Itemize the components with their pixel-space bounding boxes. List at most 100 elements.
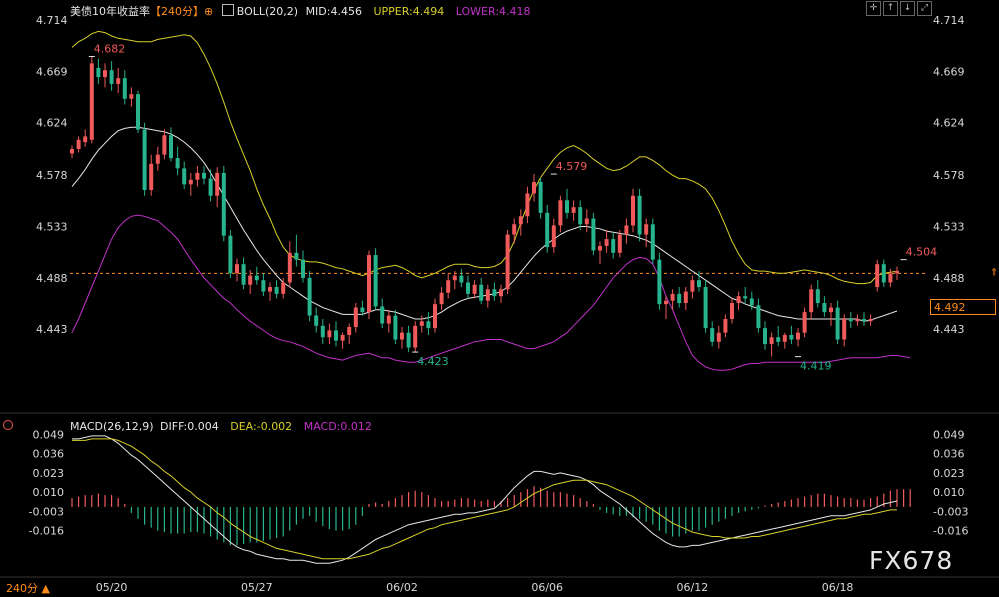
- y-tick-left: 4.624: [36, 117, 68, 130]
- boll-lower-value: LOWER:4.418: [455, 5, 531, 18]
- candle-body: [881, 264, 886, 283]
- candle-body: [386, 315, 391, 324]
- period-tag[interactable]: 【240分】: [150, 5, 204, 18]
- candle-body: [393, 315, 398, 340]
- candle-body: [591, 218, 596, 251]
- candle-body: [89, 63, 94, 140]
- macd-y-tick-right: -0.003: [933, 505, 968, 518]
- boll-mid-value: MID:4.456: [305, 5, 362, 18]
- candle-body: [624, 225, 629, 235]
- y-tick-right: 4.669: [933, 65, 965, 78]
- candle-body: [235, 264, 239, 274]
- x-tick-label: 05/27: [241, 581, 273, 594]
- candle-body: [518, 216, 523, 225]
- candle-body: [631, 195, 635, 226]
- macd-label[interactable]: MACD(26,12,9): [70, 420, 154, 433]
- macd-y-tick-left: -0.003: [29, 505, 64, 518]
- macd-header: MACD(26,12,9) DIFF:0.004 DEA:-0.002 MACD…: [70, 420, 372, 433]
- candle-body: [109, 70, 114, 84]
- candle-body: [373, 255, 378, 307]
- extreme-label: 4.419: [800, 360, 832, 373]
- candle-body: [142, 129, 147, 191]
- candle-body: [169, 135, 173, 159]
- x-tick-label: 06/02: [386, 581, 418, 594]
- candle-body: [340, 334, 345, 341]
- settings-icon[interactable]: ⊕: [204, 5, 213, 18]
- y-tick-right: 4.578: [933, 169, 965, 182]
- scroll-up-icon[interactable]: ↑: [883, 1, 898, 16]
- candle-body: [116, 78, 121, 84]
- candle-body: [301, 259, 305, 278]
- macd-settings-icon[interactable]: [3, 420, 13, 430]
- macd-dea-value: DEA:-0.002: [230, 420, 293, 433]
- macd-y-tick-right: 0.023: [933, 467, 965, 480]
- candle-body: [730, 303, 734, 319]
- chart-stage: 4.714 4.714 4.669 4.669 4.624 4.624 4.578 4.578…: [0, 0, 999, 597]
- candle-body: [664, 300, 668, 305]
- candle-body: [637, 195, 642, 235]
- candle-body: [413, 325, 418, 348]
- candle-body: [492, 289, 497, 297]
- candle-body: [314, 315, 319, 326]
- candle-body: [281, 282, 286, 294]
- candle-body: [195, 172, 200, 180]
- candle-body: [571, 207, 576, 213]
- candle-body: [155, 154, 160, 164]
- candle-body: [558, 200, 563, 226]
- macd-y-tick-left: 0.023: [33, 467, 65, 480]
- macd-dea-line: [72, 438, 897, 560]
- period-selector[interactable]: 240分 ▲: [6, 580, 50, 596]
- candle-body: [578, 207, 583, 225]
- candle-body: [459, 275, 464, 283]
- candle-body: [829, 307, 833, 313]
- candle-body: [862, 318, 866, 322]
- candle-body: [182, 168, 187, 185]
- candle-body: [70, 148, 74, 154]
- candle-body: [353, 307, 358, 327]
- macd-y-tick-right: 0.049: [933, 428, 965, 441]
- y-tick-left: 4.533: [36, 221, 68, 234]
- candle-body: [763, 328, 767, 345]
- y-tick-left: 4.443: [36, 323, 68, 336]
- extreme-label: 4.579: [556, 160, 588, 173]
- candle-body: [466, 282, 470, 294]
- candle-body: [584, 218, 589, 225]
- candle-body: [287, 252, 292, 283]
- crosshair-icon[interactable]: ✛: [866, 1, 881, 16]
- candle-body: [789, 334, 794, 340]
- candle-body: [895, 271, 899, 274]
- boll-label[interactable]: BOLL(20,2): [237, 5, 298, 18]
- candle-body: [433, 304, 437, 329]
- y-tick-right: 4.488: [933, 272, 965, 285]
- macd-y-tick-right: 0.010: [933, 486, 965, 499]
- candle-body: [769, 337, 774, 345]
- candle-body: [479, 284, 484, 301]
- candle-body: [202, 172, 206, 179]
- indicator-icon[interactable]: [221, 4, 234, 16]
- candle-body: [380, 306, 385, 324]
- y-tick-right: 4.443: [933, 323, 965, 336]
- boll-upper-line: [71, 30, 898, 285]
- macd-y-tick-left: 0.049: [33, 428, 65, 441]
- candle-body: [782, 334, 787, 342]
- candle-body: [327, 330, 332, 338]
- candle-body: [802, 312, 807, 333]
- y-tick-right: 4.533: [933, 221, 965, 234]
- candle-body: [248, 275, 253, 285]
- candle-body: [446, 280, 451, 293]
- candle-body: [76, 139, 81, 149]
- candle-body: [419, 321, 424, 326]
- candle-body: [716, 332, 721, 342]
- macd-y-tick-left: 0.036: [33, 448, 65, 461]
- candle-body: [888, 273, 893, 283]
- candle-body: [796, 332, 800, 340]
- scroll-down-icon[interactable]: ↓: [900, 1, 915, 16]
- candle-body: [188, 179, 193, 185]
- candle-body: [499, 289, 503, 297]
- y-tick-left: 4.488: [36, 272, 68, 285]
- candle-body: [261, 280, 266, 292]
- candle-body: [347, 326, 352, 335]
- expand-icon[interactable]: ⤢: [917, 1, 932, 16]
- candle-body: [360, 307, 365, 313]
- chart-header: 美债10年收益率【240分】⊕ BOLL(20,2) MID:4.456 UPP…: [70, 3, 530, 19]
